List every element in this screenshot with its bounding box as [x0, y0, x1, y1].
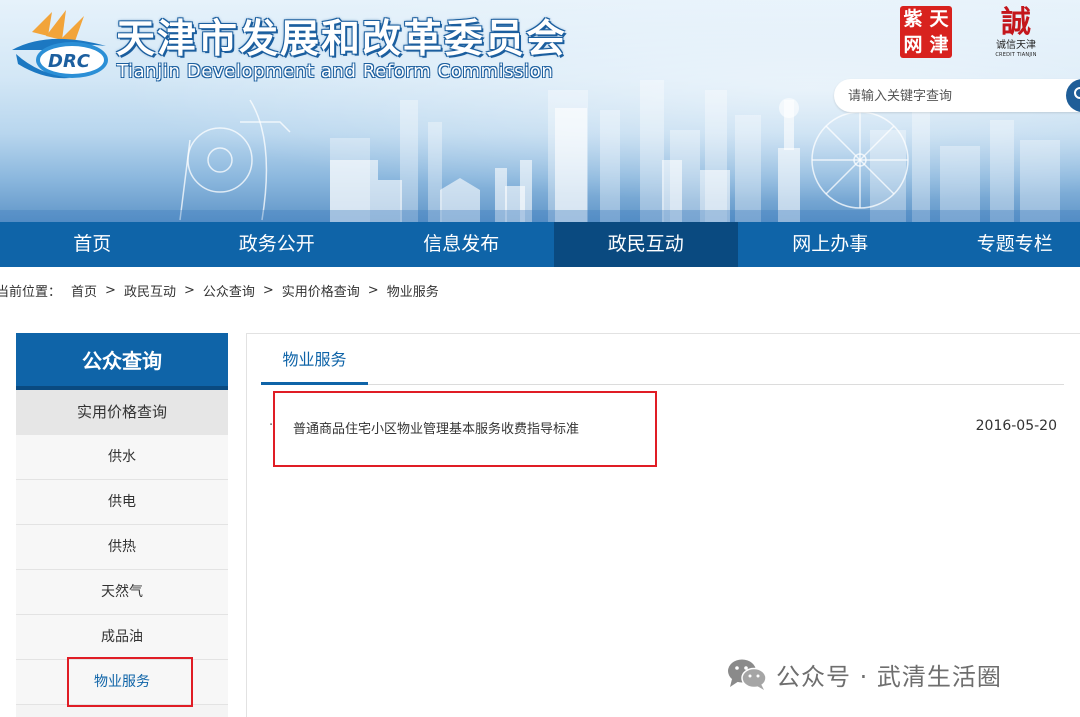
site-title: 天津市发展和改革委员会 [116, 17, 568, 62]
breadcrumb-link-interaction[interactable]: 政民互动 [124, 281, 176, 300]
sidebar-item-heating[interactable]: 供热 [16, 525, 228, 570]
nav-item-special-topics[interactable]: 专题专栏 [923, 222, 1080, 267]
main-nav: 首页 政务公开 信息发布 政民互动 网上办事 专题专栏 [0, 222, 1080, 267]
sidebar-item-natural-gas[interactable]: 天然气 [16, 570, 228, 615]
search-input[interactable] [848, 86, 1068, 106]
sidebar-item-fuel[interactable]: 成品油 [16, 615, 228, 660]
credit-en: CREDIT TIANJIN [995, 52, 1037, 58]
wechat-watermark: 公众号 · 武清生活圈 [726, 654, 1002, 694]
breadcrumb-link-price-query[interactable]: 实用价格查询 [282, 281, 360, 300]
nav-item-government-affairs[interactable]: 政务公开 [185, 222, 370, 267]
watermark-text: 公众号 · 武清生活圈 [776, 662, 1002, 691]
nav-item-home[interactable]: 首页 [0, 222, 185, 267]
breadcrumb-link-property-service[interactable]: 物业服务 [387, 281, 439, 300]
breadcrumb-separator: > [183, 282, 195, 298]
breadcrumb-separator: > [367, 282, 379, 298]
site-subtitle: Tianjin Development and Reform Commissio… [117, 61, 554, 82]
sidebar-category-price-query[interactable]: 实用价格查询 [16, 390, 228, 435]
nav-item-news[interactable]: 信息发布 [369, 222, 554, 267]
sidebar-item-electricity[interactable]: 供电 [16, 480, 228, 525]
search-button[interactable] [1066, 79, 1080, 112]
credit-tianjin-logo[interactable]: 誠 诚信天津 CREDIT TIANJIN [990, 6, 1042, 66]
breadcrumb-separator: > [105, 282, 116, 298]
sidebar-highlight-box [67, 657, 193, 707]
list-item-date: 2016-05-20 [975, 418, 1057, 434]
seal-char: 津 [929, 34, 949, 56]
sidebar-item-water[interactable]: 供水 [16, 435, 228, 480]
search-icon [1074, 87, 1080, 99]
breadcrumb-prefix: 当前位置： [0, 284, 62, 300]
breadcrumb-link-home[interactable]: 首页 [71, 281, 97, 300]
credit-script: 诚信天津 [996, 40, 1036, 51]
breadcrumb: 当前位置： 首页 > 政民互动 > 公众查询 > 实用价格查询 > 物业服务 [0, 280, 439, 300]
breadcrumb-separator: > [262, 282, 274, 298]
site-header: DRC 天津市发展和改革委员会 Tianjin Development and … [0, 0, 1080, 222]
wechat-icon [728, 659, 767, 690]
search-box [834, 79, 1080, 112]
nav-item-interaction[interactable]: 政民互动 [553, 222, 738, 267]
tab-property-service[interactable]: 物业服务 [261, 334, 368, 385]
seal-char: 紫 [903, 8, 923, 30]
credit-mark: 誠 [1001, 5, 1031, 40]
tianjin-seal-logo[interactable]: 紫 天 网 津 [900, 6, 952, 58]
breadcrumb-link-public-query[interactable]: 公众查询 [203, 281, 255, 300]
logo-text: DRC [48, 51, 91, 72]
seal-char: 网 [903, 34, 923, 56]
sidebar-title: 公众查询 [16, 333, 228, 390]
drc-logo: DRC [12, 10, 108, 79]
tab-bar: 物业服务 [261, 334, 1064, 385]
nav-item-online-services[interactable]: 网上办事 [738, 222, 923, 267]
list-highlight-box [273, 391, 657, 467]
seal-char: 天 [929, 8, 949, 30]
